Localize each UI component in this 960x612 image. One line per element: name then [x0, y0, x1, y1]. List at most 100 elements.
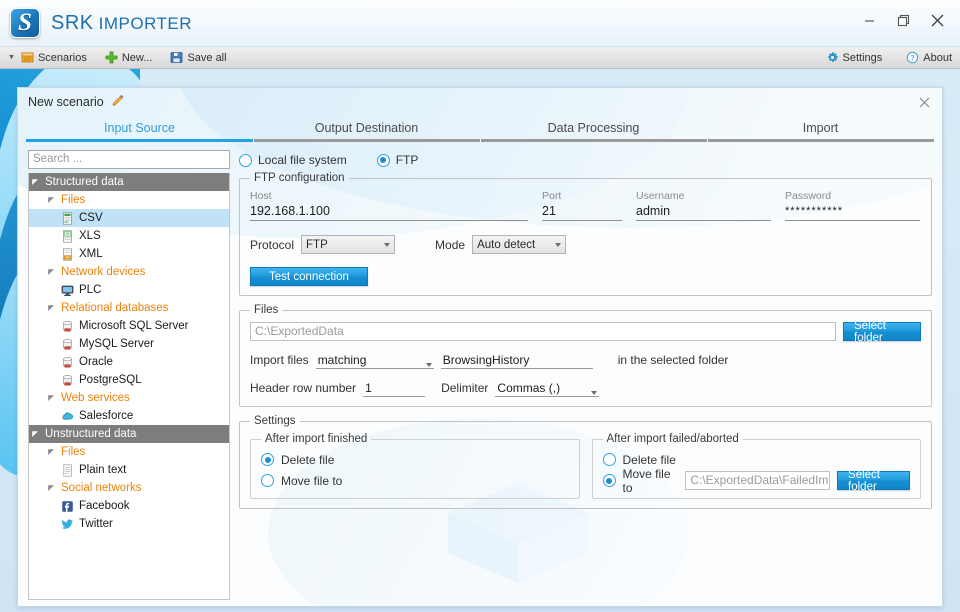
toolbar-scenarios-button[interactable]: ▼ Scenarios: [8, 51, 87, 64]
test-connection-button[interactable]: Test connection: [250, 267, 368, 286]
host-value[interactable]: 192.168.1.100: [250, 202, 528, 221]
match-mode-select[interactable]: matching: [315, 350, 434, 369]
scenarios-icon: [21, 51, 34, 64]
failed-move-path-input[interactable]: C:\ExportedData\FailedImports: [685, 471, 831, 490]
tree-node-label: CSV: [79, 212, 103, 224]
tree-node-network-devices[interactable]: Network devices: [29, 263, 229, 281]
tree-node-unstructured-data[interactable]: Unstructured data: [29, 425, 229, 443]
radio-label: FTP: [395, 153, 419, 167]
window-controls: [861, 12, 946, 29]
tree-node-xml[interactable]: <> XML: [29, 245, 229, 263]
tab-label: Import: [802, 120, 839, 135]
tree-node-label: Facebook: [79, 500, 130, 512]
expander-icon[interactable]: [29, 430, 41, 438]
close-icon[interactable]: [929, 12, 946, 29]
tree-node-xls[interactable]: X XLS: [29, 227, 229, 245]
expander-icon[interactable]: [45, 304, 57, 312]
application-window: S SRK IMPORTER ▼ Scenarios New... Save a…: [0, 0, 960, 612]
tab-data-processing[interactable]: Data Processing: [480, 116, 707, 142]
toolbar-settings-label: Settings: [842, 51, 883, 64]
tree-node-label: Plain text: [79, 464, 127, 476]
minimize-icon[interactable]: [861, 12, 878, 29]
tree-node-label: Social networks: [61, 482, 142, 494]
username-label: Username: [636, 190, 685, 202]
source-tree[interactable]: Structured data Files CSV X XLS <> XML Network …: [28, 173, 230, 600]
expander-icon[interactable]: [45, 484, 57, 492]
toolbar-right-group: Settings ? About: [802, 51, 952, 64]
header-row-label: Header row number: [250, 381, 357, 395]
expander-icon[interactable]: [45, 448, 57, 456]
protocol-select[interactable]: FTP: [301, 235, 396, 254]
radio-local-file-system[interactable]: Local file system: [239, 153, 347, 167]
tree-node-csv[interactable]: CSV: [29, 209, 229, 227]
folder-path-input[interactable]: C:\ExportedData: [250, 322, 836, 341]
expander-icon[interactable]: [45, 268, 57, 276]
settings-legend: Settings: [254, 415, 296, 427]
match-mode-value: matching: [317, 353, 367, 367]
radio-label: Move file to: [281, 473, 343, 488]
port-field[interactable]: Port 21: [542, 190, 622, 221]
tree-node-relational-databases[interactable]: Relational databases: [29, 299, 229, 317]
radio-ftp[interactable]: FTP: [376, 153, 419, 167]
mode-select[interactable]: Auto detect: [472, 235, 567, 254]
wizard-tabs: Input Source Output Destination Data Pro…: [18, 116, 942, 142]
delimiter-select[interactable]: Commas (,): [495, 378, 600, 397]
restore-icon[interactable]: [895, 12, 912, 29]
toolbar-save-all-button[interactable]: Save all: [170, 51, 227, 64]
after-import-finished-group: After import finished Delete file Move f…: [250, 433, 580, 499]
tree-node-web-services[interactable]: Web services: [29, 389, 229, 407]
finished-move-option[interactable]: Move file to: [261, 470, 569, 491]
expander-icon[interactable]: [29, 178, 41, 186]
tree-node-salesforce[interactable]: Salesforce: [29, 407, 229, 425]
password-value[interactable]: ***********: [785, 202, 920, 221]
ftp-configuration-legend: FTP configuration: [254, 172, 345, 184]
edit-pencil-icon[interactable]: [111, 94, 125, 111]
failed-move-option[interactable]: Move file to C:\ExportedData\FailedImpor…: [602, 467, 910, 495]
toolbar-settings-button[interactable]: Settings: [826, 51, 883, 64]
svg-text:X: X: [66, 231, 69, 236]
app-background: New scenario Input Source Output Destina…: [0, 69, 960, 612]
tree-node-microsoft-sql-server[interactable]: Microsoft SQL Server: [29, 317, 229, 335]
toolbar-new-button[interactable]: New...: [105, 51, 152, 64]
settings-group: Settings After import finished Delete fi…: [239, 415, 932, 509]
tab-output-destination[interactable]: Output Destination: [253, 116, 480, 142]
app-title: SRK IMPORTER: [51, 12, 192, 35]
tree-node-files[interactable]: Files: [29, 191, 229, 209]
password-field[interactable]: Password ***********: [785, 190, 920, 221]
tree-node-oracle[interactable]: Oracle: [29, 353, 229, 371]
input-source-form: Local file system FTP FTP configuration …: [239, 150, 932, 600]
tree-node-structured-data[interactable]: Structured data: [29, 173, 229, 191]
tree-node-postgresql[interactable]: PostgreSQL: [29, 371, 229, 389]
tree-node-plc[interactable]: PLC: [29, 281, 229, 299]
tab-import[interactable]: Import: [707, 116, 934, 142]
tab-label: Data Processing: [547, 120, 640, 135]
pattern-input[interactable]: BrowsingHistory: [440, 350, 593, 369]
username-field[interactable]: Username admin: [636, 190, 771, 221]
port-value[interactable]: 21: [542, 202, 622, 221]
tree-node-twitter[interactable]: Twitter: [29, 515, 229, 533]
svg-text:<>: <>: [66, 255, 70, 259]
host-field[interactable]: Host 192.168.1.100: [250, 190, 528, 221]
failed-select-folder-button[interactable]: Select folder: [837, 469, 910, 493]
panel-close-icon[interactable]: [916, 94, 932, 110]
finished-delete-option[interactable]: Delete file: [261, 449, 569, 470]
radio-label: Delete file: [281, 452, 335, 467]
tree-node-files[interactable]: Files: [29, 443, 229, 461]
tab-input-source[interactable]: Input Source: [26, 116, 253, 142]
app-logo-icon: S: [10, 8, 40, 38]
search-input[interactable]: Search ...: [28, 150, 230, 169]
tree-node-label: XML: [79, 248, 103, 260]
header-row-input[interactable]: 1: [363, 378, 426, 397]
tree-node-plain-text[interactable]: Plain text: [29, 461, 229, 479]
tree-node-label: Structured data: [45, 176, 124, 188]
expander-icon[interactable]: [45, 196, 57, 204]
radio-label: Move file to: [622, 466, 671, 495]
username-value[interactable]: admin: [636, 202, 771, 221]
tree-node-facebook[interactable]: Facebook: [29, 497, 229, 515]
tree-node-social-networks[interactable]: Social networks: [29, 479, 229, 497]
tree-node-label: Unstructured data: [45, 428, 137, 440]
tree-node-mysql-server[interactable]: MySQL Server: [29, 335, 229, 353]
expander-icon[interactable]: [45, 394, 57, 402]
toolbar-about-button[interactable]: ? About: [906, 51, 952, 64]
select-folder-button[interactable]: Select folder: [843, 320, 921, 344]
